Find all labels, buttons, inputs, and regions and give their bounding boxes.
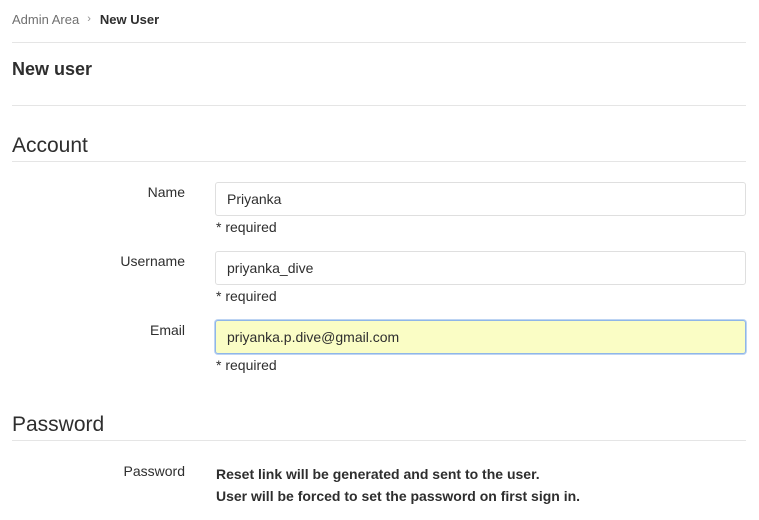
password-info-line-2: User will be forced to set the password … <box>216 488 581 504</box>
breadcrumb-current: New User <box>99 11 160 27</box>
password-info-line-1: Reset link will be generated and sent to… <box>216 466 540 482</box>
name-label: Name <box>147 184 185 200</box>
divider <box>12 42 746 43</box>
account-section-title: Account <box>12 134 88 157</box>
username-label: Username <box>120 253 185 269</box>
breadcrumb: Admin Area › New User <box>12 10 159 28</box>
password-section-title: Password <box>12 413 105 436</box>
page-title: New user <box>12 59 93 79</box>
password-info: Reset link will be generated and sent to… <box>216 463 580 507</box>
name-field[interactable] <box>215 182 746 216</box>
divider <box>12 440 746 441</box>
username-field[interactable] <box>215 251 746 285</box>
email-label: Email <box>149 322 185 338</box>
divider <box>12 105 746 106</box>
divider <box>12 161 746 162</box>
breadcrumb-admin-area-link[interactable]: Admin Area <box>12 12 79 27</box>
name-required-hint: * required <box>216 219 277 235</box>
email-required-hint: * required <box>216 357 277 373</box>
username-required-hint: * required <box>216 288 277 304</box>
email-field[interactable] <box>215 320 746 354</box>
chevron-right-icon: › <box>87 13 91 25</box>
password-label: Password <box>123 463 185 479</box>
